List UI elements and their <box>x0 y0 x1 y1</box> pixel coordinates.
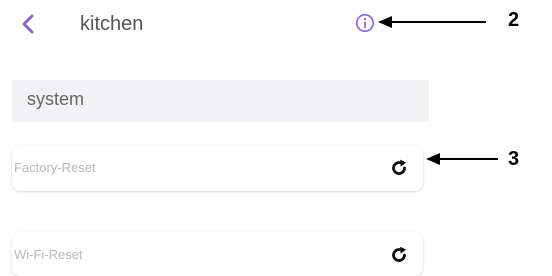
wifi-reset-row[interactable]: Wi-Fi-Reset <box>12 232 423 276</box>
annotation-arrow-3 <box>426 151 500 172</box>
annotation-number-3: 3 <box>508 148 520 170</box>
section-header-system: system <box>12 80 429 122</box>
annotation-number-2: 2 <box>508 9 520 31</box>
annotation-arrow-2 <box>378 14 488 35</box>
page-title: kitchen <box>80 13 144 35</box>
wifi-reset-label: Wi-Fi-Reset <box>14 247 83 262</box>
section-label: system <box>27 89 85 109</box>
factory-reset-label: Factory-Reset <box>14 160 96 175</box>
refresh-icon[interactable] <box>389 245 409 265</box>
back-chevron-icon[interactable] <box>18 10 38 38</box>
factory-reset-row[interactable]: Factory-Reset <box>12 145 423 191</box>
info-icon[interactable] <box>355 13 375 33</box>
refresh-icon[interactable] <box>389 158 409 178</box>
